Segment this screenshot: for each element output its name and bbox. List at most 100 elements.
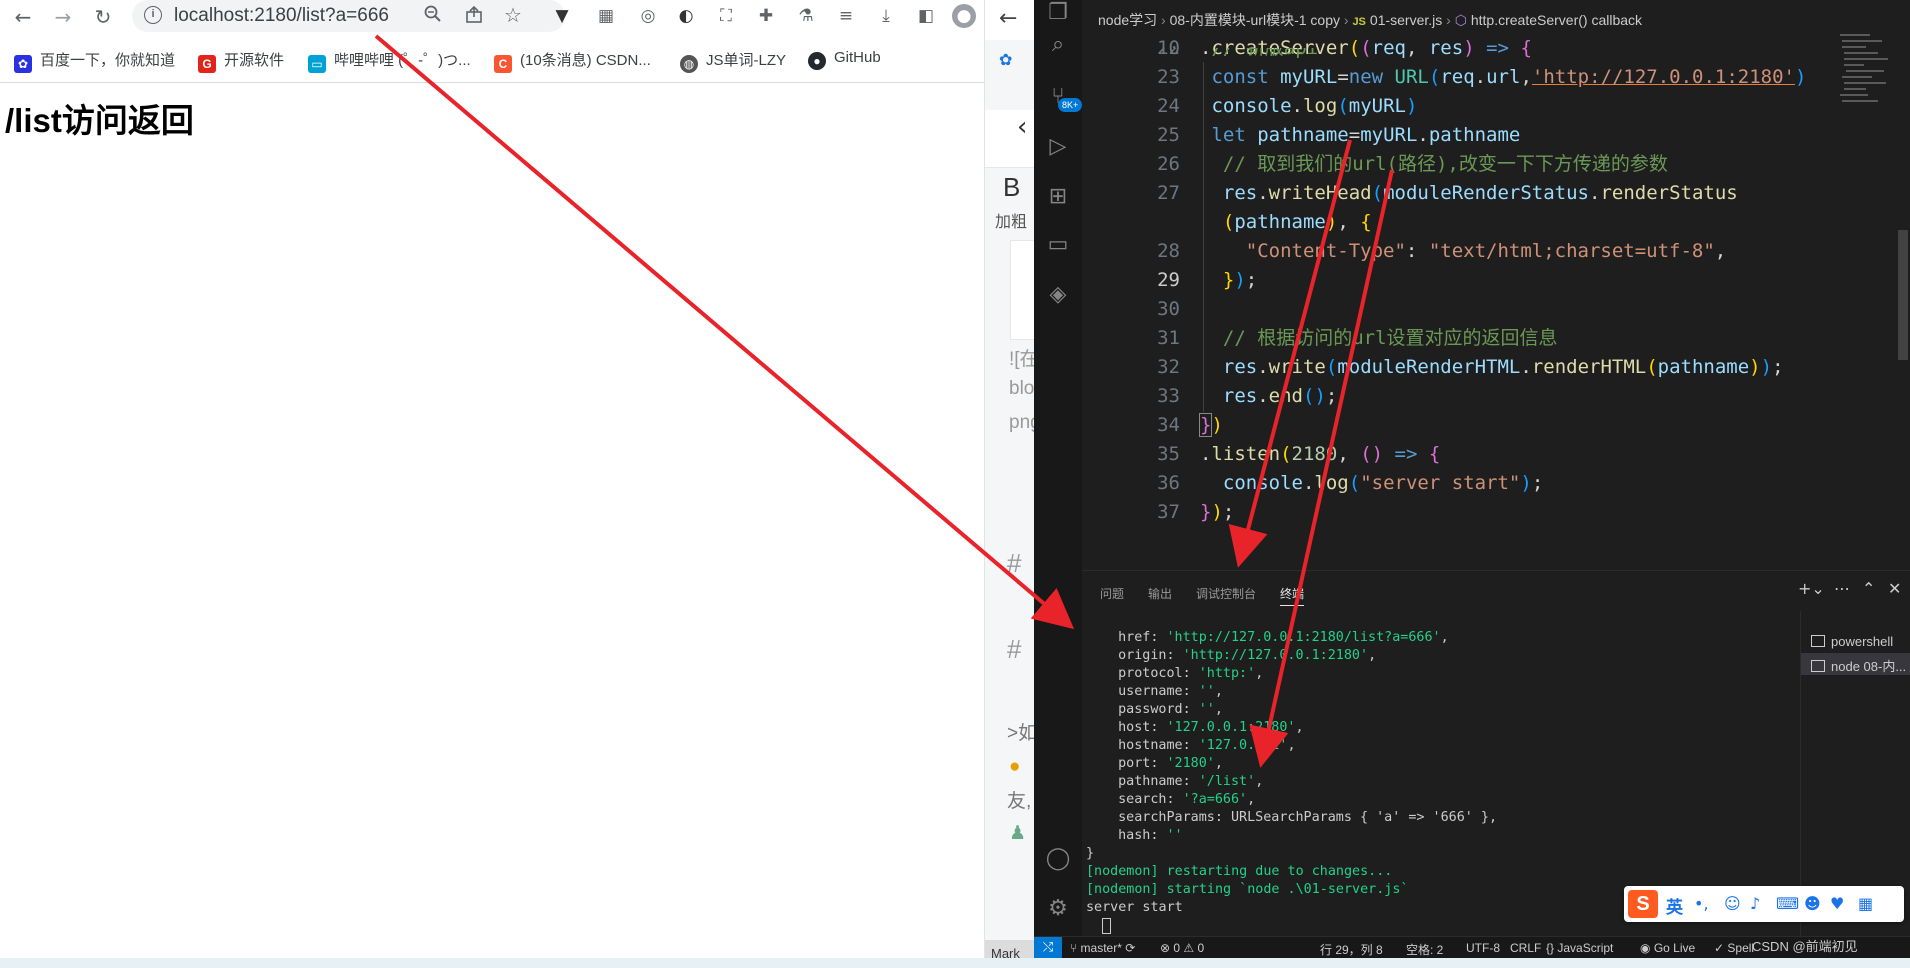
media-control-icon[interactable]: ≡ <box>834 4 858 28</box>
user-icon[interactable]: ☻ <box>1804 894 1821 913</box>
indent-spaces[interactable]: 空格: 2 <box>1406 941 1443 958</box>
breadcrumb-folder[interactable]: node学习 <box>1098 12 1157 28</box>
maximize-panel-icon[interactable]: ⌃ <box>1862 579 1875 598</box>
code-line: 35 .listen(2180, () => { <box>1157 443 1441 465</box>
minimap[interactable] <box>1838 30 1894 150</box>
keyboard-icon[interactable]: ⌨ <box>1776 894 1799 913</box>
file-encoding[interactable]: UTF-8 <box>1466 941 1500 955</box>
address-bar-url[interactable]: localhost:2180/list?a=666 <box>174 5 389 27</box>
bookmark-csdn[interactable]: C (10条消息) CSDN... <box>494 49 651 73</box>
extensions-puzzle-icon[interactable]: ✚ <box>754 4 778 28</box>
bold-icon[interactable]: B <box>1003 172 1020 203</box>
side-panel-icon[interactable]: ◧ <box>914 4 938 28</box>
problems-count[interactable]: ⊗ 0 ⚠ 0 <box>1160 941 1204 955</box>
cursor-position[interactable]: 行 29，列 8 <box>1320 941 1383 958</box>
zoom-icon[interactable] <box>424 5 442 23</box>
settings-gear-icon[interactable]: ⚙ <box>1045 896 1071 922</box>
code-editor[interactable]: 10 .createServer((req, res) => { 22 // 新版… <box>1082 34 1862 534</box>
terminal-item-node[interactable]: node 08-内... <box>1801 653 1910 675</box>
bookmark-github[interactable]: ● GitHub <box>808 49 881 70</box>
folder-icon[interactable]: ▭ <box>1045 232 1071 258</box>
vscode-window: ❐ ⌕ ⑂ 8K+ ▷ ⊞ ▭ ◈ ◯ ⚙ node学习 › 08-内置模块-u… <box>1034 0 1910 968</box>
browser-toolbar: ← → ↻ i localhost:2180/list?a=666 ☆ ▼ ▦ … <box>0 0 984 38</box>
csdn-editor-box[interactable] <box>1010 240 1034 340</box>
extensions-icon[interactable]: ⊞ <box>1045 184 1071 210</box>
tab-output[interactable]: 输出 <box>1148 585 1172 602</box>
punctuation-icon[interactable]: •, <box>1694 894 1709 913</box>
editor-scrollbar[interactable] <box>1896 30 1910 470</box>
symbol-icon: ⬡ <box>1454 12 1467 28</box>
vue-devtools-icon[interactable]: ▼ <box>550 4 574 28</box>
breadcrumb-file[interactable]: 01-server.js <box>1370 12 1442 28</box>
back-arrow-icon[interactable]: ← <box>999 6 1017 31</box>
line-ending[interactable]: CRLF <box>1510 941 1541 955</box>
os-taskbar-edge <box>0 958 1910 968</box>
tab-problems[interactable]: 问题 <box>1100 585 1124 602</box>
terminal-line: origin: 'http://127.0.0.1:2180', <box>1118 648 1377 663</box>
run-debug-icon[interactable]: ▷ <box>1045 134 1071 160</box>
search-icon[interactable]: ⌕ <box>1045 32 1071 58</box>
account-icon[interactable]: ◯ <box>1045 846 1071 872</box>
terminal-icon <box>1811 635 1825 647</box>
terminal-line: hash: '' <box>1118 828 1183 843</box>
emoji-icon[interactable]: ☺ <box>1724 894 1741 913</box>
bookmark-js-words[interactable]: ◍ JS单词-LZY <box>680 49 786 73</box>
forward-icon[interactable]: → <box>50 4 76 30</box>
close-panel-icon[interactable]: ✕ <box>1888 579 1901 598</box>
terminal-item-powershell[interactable]: powershell <box>1801 631 1910 653</box>
spell-check[interactable]: ✓ Spell <box>1714 941 1754 955</box>
language-mode[interactable]: {} JavaScript <box>1546 941 1613 955</box>
extension-icon-1[interactable]: ▦ <box>594 4 618 28</box>
microphone-icon[interactable]: ♪ <box>1750 894 1760 913</box>
scrollbar-thumb[interactable] <box>1898 230 1908 360</box>
oschina-icon: G <box>198 55 216 73</box>
layers-icon[interactable]: ◈ <box>1045 282 1071 308</box>
baidu-icon: ✿ <box>14 55 32 73</box>
paw-icon: ✿ <box>999 52 1013 69</box>
bookmark-oschina[interactable]: G 开源软件 <box>198 49 284 73</box>
toolbox-icon[interactable]: ▦ <box>1858 894 1873 913</box>
collapse-chevron-icon[interactable]: ‹ <box>1017 112 1027 142</box>
tab-debug-console[interactable]: 调试控制台 <box>1196 585 1256 602</box>
more-actions-icon[interactable]: ⋯ <box>1834 579 1850 598</box>
ime-language[interactable]: 英 <box>1666 893 1683 918</box>
tab-terminal[interactable]: 终端 <box>1280 585 1305 606</box>
breadcrumb-folder[interactable]: 08-内置模块-url模块-1 copy <box>1170 12 1340 28</box>
breadcrumb-symbol[interactable]: http.createServer() callback <box>1471 12 1642 28</box>
flask-icon[interactable]: ⚗ <box>794 4 818 28</box>
screenshot-icon[interactable]: ⛶ <box>714 4 738 28</box>
share-icon[interactable] <box>464 5 484 25</box>
md-line: 友, <box>1007 791 1032 812</box>
code-line: 32 res.write(moduleRenderHTML.renderHTML… <box>1157 356 1784 378</box>
remote-indicator-icon[interactable]: ⤭ <box>1034 937 1062 959</box>
ime-toolbar[interactable]: S 英 •, ☺ ♪ ⌨ ☻ ♥ ▦ <box>1624 886 1904 922</box>
branch-icon: ⑂ <box>1070 941 1081 955</box>
download-icon[interactable]: ⤓ <box>874 4 898 28</box>
skin-icon[interactable]: ♥ <box>1830 894 1844 913</box>
terminal-line: } <box>1086 846 1095 861</box>
terminal-line: server start <box>1086 900 1183 915</box>
code-line: 22 // 新版api <box>1157 48 1319 59</box>
bookmark-label: 哔哩哔哩 (゜-゜)つ... <box>334 52 471 69</box>
reload-icon[interactable]: ↻ <box>90 4 116 30</box>
code-line: 28 "Content-Type": "text/html;charset=ut… <box>1157 240 1727 262</box>
explorer-icon[interactable]: ❐ <box>1045 0 1071 26</box>
bookmark-baidu[interactable]: ✿ 百度一下，你就知道 <box>14 49 175 73</box>
address-bar[interactable]: i localhost:2180/list?a=666 ☆ <box>132 0 565 32</box>
new-terminal-icon[interactable]: +⌄ <box>1798 579 1825 598</box>
go-live-button[interactable]: ◉ Go Live <box>1640 941 1695 955</box>
terminal-line: [nodemon] restarting due to changes... <box>1086 864 1393 879</box>
bookmark-star-icon[interactable]: ☆ <box>504 3 522 28</box>
site-info-icon[interactable]: i <box>144 6 162 24</box>
profile-avatar-icon[interactable]: ● <box>952 4 976 28</box>
terminal-line: port: '2180', <box>1118 756 1223 771</box>
back-icon[interactable]: ← <box>10 4 36 30</box>
extension-icon-3[interactable]: ◐ <box>674 4 698 28</box>
git-branch[interactable]: ⑂ master* ⟳ <box>1070 941 1135 955</box>
extension-icon-2[interactable]: ◎ <box>636 4 660 28</box>
md-line: # <box>1007 548 1022 578</box>
bookmark-bilibili[interactable]: ▭ 哔哩哔哩 (゜-゜)つ... <box>308 49 471 73</box>
csdn-editor-sliver: ← ✿ ‹ B 加粗 ![在 blo png # # >如 ● 友, ♟ Mar… <box>984 0 1034 968</box>
code-line: 29 }); <box>1157 269 1258 291</box>
js-file-icon: JS <box>1352 16 1366 28</box>
